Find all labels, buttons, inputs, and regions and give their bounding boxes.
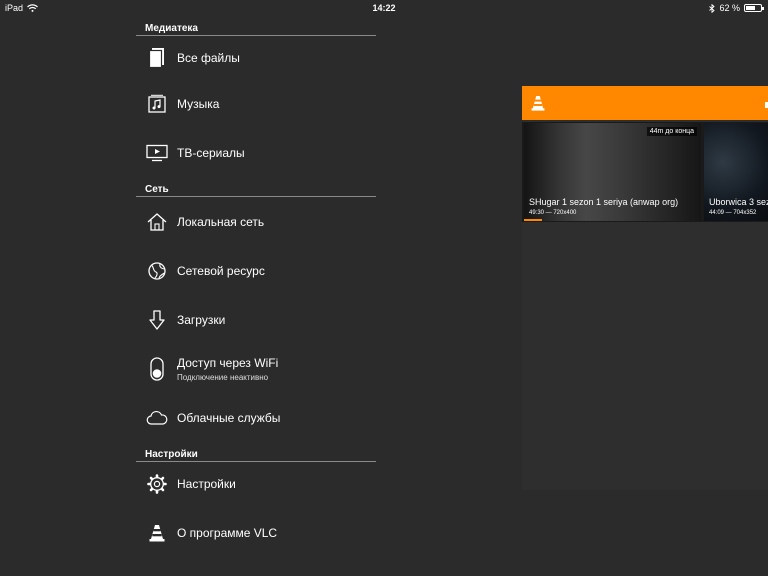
video-tile[interactable]: 44m до конца SHugar 1 sezon 1 seriya (an… [524, 123, 701, 221]
battery-icon [744, 4, 764, 12]
video-grid: 44m до конца SHugar 1 sezon 1 seriya (an… [522, 122, 768, 222]
menu-item-settings[interactable]: Настройки [136, 462, 376, 505]
menu-item-network-stream[interactable]: Сетевой ресурс [136, 246, 376, 295]
section-header-network: Сеть [136, 177, 376, 197]
vlc-cone-icon[interactable] [531, 95, 545, 116]
bluetooth-icon [709, 3, 716, 13]
library-top-bar [522, 86, 768, 120]
cloud-icon [146, 407, 168, 429]
download-icon [146, 309, 168, 331]
section-header-library: Медиатека [136, 16, 376, 36]
gear-icon [146, 473, 168, 495]
menu-item-wifi-sharing[interactable]: Доступ через WiFi Подключение неактивно [136, 344, 376, 393]
menu-item-about-vlc[interactable]: О программе VLC [136, 505, 376, 560]
menu-item-label: Сетевой ресурс [177, 263, 265, 278]
video-tile[interactable]: Uborwica 3 sez 44:09 — 704x352 [704, 123, 768, 221]
battery-fill [746, 6, 755, 10]
menu-item-sublabel: Подключение неактивно [177, 372, 269, 382]
menu-item-label: Загрузки [177, 312, 226, 327]
menu-item-tv-shows[interactable]: ТВ-сериалы [136, 128, 376, 177]
battery-percent: 62 % [719, 3, 740, 13]
menu-item-music[interactable]: Музыка [136, 79, 376, 128]
menu-item-text: Доступ через WiFi Подключение неактивно [177, 356, 278, 382]
globe-icon [146, 260, 168, 282]
menu-item-label: Все файлы [177, 50, 240, 65]
music-icon [146, 93, 168, 115]
menu-item-label: Облачные службы [177, 410, 281, 425]
menu-item-label: Музыка [177, 96, 220, 111]
vlc-cone-icon [146, 522, 168, 544]
status-bar: iPad 14:22 62 % [0, 0, 768, 16]
section-header-settings: Настройки [136, 442, 376, 462]
status-right: 62 % [709, 3, 764, 13]
library-panel: 44m до конца SHugar 1 sezon 1 seriya (an… [522, 86, 768, 490]
menu-item-label: Доступ через WiFi [177, 355, 279, 370]
menu-item-downloads[interactable]: Загрузки [136, 295, 376, 344]
all-files-icon [146, 47, 168, 69]
toggle-icon [146, 356, 168, 381]
tv-icon [146, 142, 168, 164]
clock: 14:22 [372, 3, 396, 13]
menu-item-local-network[interactable]: Локальная сеть [136, 197, 376, 246]
menu-item-label: Настройки [177, 476, 236, 491]
video-meta: 49:30 — 720x400 [529, 210, 577, 216]
menu-item-cloud-services[interactable]: Облачные службы [136, 393, 376, 442]
video-progress-bar [524, 219, 542, 221]
menu-item-all-files[interactable]: Все файлы [136, 36, 376, 79]
menu-item-label: ТВ-сериалы [177, 145, 245, 160]
remaining-time-badge: 44m до конца [646, 127, 697, 136]
video-title: Uborwica 3 sez [709, 197, 768, 207]
video-meta: 44:09 — 704x352 [709, 210, 757, 216]
side-menu: Медиатека Все файлы Музыка ТВ-сериалы Се… [136, 16, 376, 560]
menu-item-label: О программе VLC [177, 525, 278, 540]
home-icon [146, 211, 168, 233]
video-title: SHugar 1 sezon 1 seriya (anwap org) [529, 197, 679, 207]
menu-item-label: Локальная сеть [177, 214, 265, 229]
